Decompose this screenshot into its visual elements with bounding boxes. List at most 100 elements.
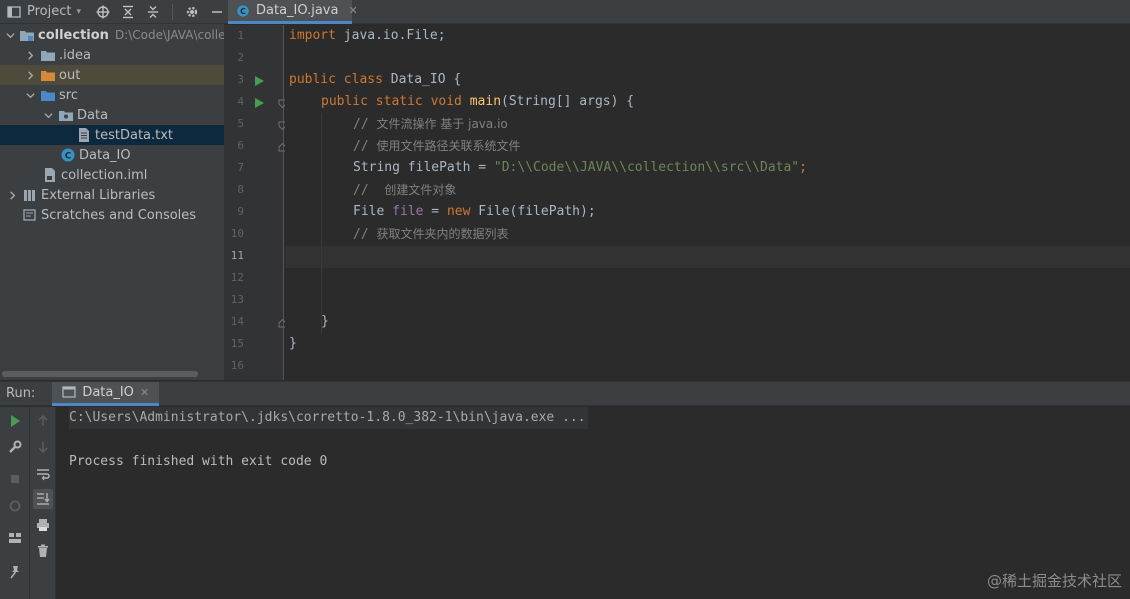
tree-item-label: out: [59, 67, 81, 83]
minimize-icon[interactable]: [209, 4, 225, 20]
run-toolbar-left: [0, 407, 30, 599]
console-line-command: C:\Users\Administrator\.jdks\corretto-1.…: [69, 407, 588, 429]
run-tab-label: Data_IO: [82, 384, 134, 400]
tree-item-scratches[interactable]: Scratches and Consoles: [0, 205, 224, 225]
tree-item-collection[interactable]: collection D:\Code\JAVA\colle: [0, 25, 224, 45]
java-class-icon: C: [60, 147, 76, 163]
wrench-icon[interactable]: [5, 437, 25, 457]
folder-orange-icon: [40, 67, 56, 83]
project-title: Project: [27, 4, 72, 19]
code-line-3: public class Data_IO {: [289, 72, 462, 87]
tree-item-idea[interactable]: .idea: [0, 45, 224, 65]
svg-text:C: C: [65, 152, 72, 162]
run-gutter-icon[interactable]: [254, 76, 264, 86]
tree-item-label: testData.txt: [95, 127, 174, 143]
locate-file-icon[interactable]: [95, 4, 111, 20]
code-editor[interactable]: import java.io.File; public class Data_I…: [285, 25, 1130, 380]
code-line-6: // 使用文件路径关联系统文件: [353, 139, 521, 154]
tree-item-testdata[interactable]: testData.txt: [0, 125, 224, 145]
run-label: Run:: [6, 386, 36, 401]
tree-item-path: D:\Code\JAVA\colle: [114, 28, 224, 42]
horizontal-scrollbar[interactable]: [2, 371, 198, 377]
arrow-up-icon[interactable]: [33, 411, 53, 431]
layout-icon[interactable]: [5, 528, 25, 548]
dump-threads-icon[interactable]: [5, 496, 25, 516]
run-gutter-icon[interactable]: [254, 98, 264, 108]
pin-icon[interactable]: [5, 562, 25, 582]
module-folder-icon: [19, 27, 35, 43]
rerun-icon[interactable]: [5, 411, 25, 431]
svg-text:C: C: [240, 7, 246, 16]
code-line-10: // 获取文件夹内的数据列表: [353, 227, 509, 242]
code-line-4: public static void main(String[] args) {: [321, 94, 635, 109]
tree-item-out[interactable]: out: [0, 65, 224, 85]
line-number: 16: [230, 359, 244, 372]
chevron-right-icon[interactable]: [24, 49, 36, 61]
soft-wrap-icon[interactable]: [33, 464, 53, 484]
line-number: 13: [230, 293, 244, 306]
close-icon[interactable]: ✕: [348, 4, 357, 17]
gear-icon[interactable]: [184, 4, 200, 20]
tree-item-data[interactable]: Data: [0, 105, 224, 125]
tab-data-io-java[interactable]: C Data_IO.java ✕: [228, 0, 358, 24]
line-number: 1: [237, 29, 244, 42]
source-folder-icon: [40, 87, 56, 103]
code-line-1: import java.io.File;: [289, 28, 446, 43]
scroll-to-end-icon[interactable]: [33, 489, 53, 509]
code-line-5: // 文件流操作 基于 java.io: [353, 117, 508, 132]
chevron-down-icon[interactable]: [6, 29, 15, 41]
code-line-15: }: [289, 336, 297, 351]
text-file-icon: [76, 127, 92, 143]
tree-item-label: .idea: [59, 47, 91, 63]
folder-icon: [40, 47, 56, 63]
arrow-down-icon[interactable]: [33, 437, 53, 457]
project-view-selector[interactable]: Project ▾: [6, 4, 81, 20]
project-panel: Project ▾ collection D:\Code\JAVA\colle …: [0, 0, 224, 380]
run-tab-data-io[interactable]: Data_IO ✕: [52, 381, 160, 406]
toolbar-divider: [172, 3, 174, 20]
watermark: @稀土掘金技术社区: [986, 572, 1122, 590]
code-line-9: File file = new File(filePath);: [353, 204, 596, 219]
line-number: 4: [237, 95, 244, 108]
collapse-all-icon[interactable]: [145, 4, 161, 20]
code-line-14: }: [321, 314, 329, 329]
package-folder-icon: [58, 107, 74, 123]
tree-item-external-libraries[interactable]: External Libraries: [0, 185, 224, 205]
chevron-right-icon[interactable]: [24, 69, 36, 81]
java-class-icon: C: [236, 4, 250, 18]
print-icon[interactable]: [33, 515, 53, 535]
tree-item-label: Data: [77, 107, 109, 123]
tree-item-label: collection: [38, 27, 109, 43]
line-number: 7: [237, 161, 244, 174]
line-number: 3: [237, 73, 244, 86]
tree-item-label: collection.iml: [61, 167, 148, 183]
tree-item-data-io[interactable]: C Data_IO: [0, 145, 224, 165]
code-line-7: String filePath = "D:\\Code\\JAVA\\colle…: [353, 160, 807, 175]
chevron-down-icon[interactable]: [24, 89, 36, 101]
line-number: 6: [237, 139, 244, 152]
line-number: 5: [237, 117, 244, 130]
tree-item-label: External Libraries: [41, 187, 156, 203]
close-icon[interactable]: ✕: [140, 386, 149, 399]
run-toolbar-right: [30, 407, 56, 599]
line-number: 12: [230, 271, 244, 284]
console-output[interactable]: C:\Users\Administrator\.jdks\corretto-1.…: [57, 407, 1130, 599]
chevron-right-icon[interactable]: [6, 189, 18, 201]
tree-item-label: src: [59, 87, 78, 103]
line-number: 2: [237, 51, 244, 64]
code-line-8: // 创建文件对象: [353, 183, 457, 198]
tree-item-collection-iml[interactable]: collection.iml: [0, 165, 224, 185]
tree-item-label: Scratches and Consoles: [41, 207, 197, 223]
line-number: 9: [237, 205, 244, 218]
tree-item-label: Data_IO: [79, 147, 131, 163]
current-line-highlight: [285, 246, 1130, 268]
expand-all-icon[interactable]: [120, 4, 136, 20]
stop-icon[interactable]: [5, 469, 25, 489]
chevron-down-icon[interactable]: [42, 109, 54, 121]
trash-icon[interactable]: [33, 541, 53, 561]
console-icon: [62, 385, 76, 399]
project-toolbar: Project ▾: [0, 0, 224, 24]
chevron-down-icon: ▾: [76, 6, 82, 17]
tree-item-src[interactable]: src: [0, 85, 224, 105]
scratches-icon: [22, 207, 38, 223]
